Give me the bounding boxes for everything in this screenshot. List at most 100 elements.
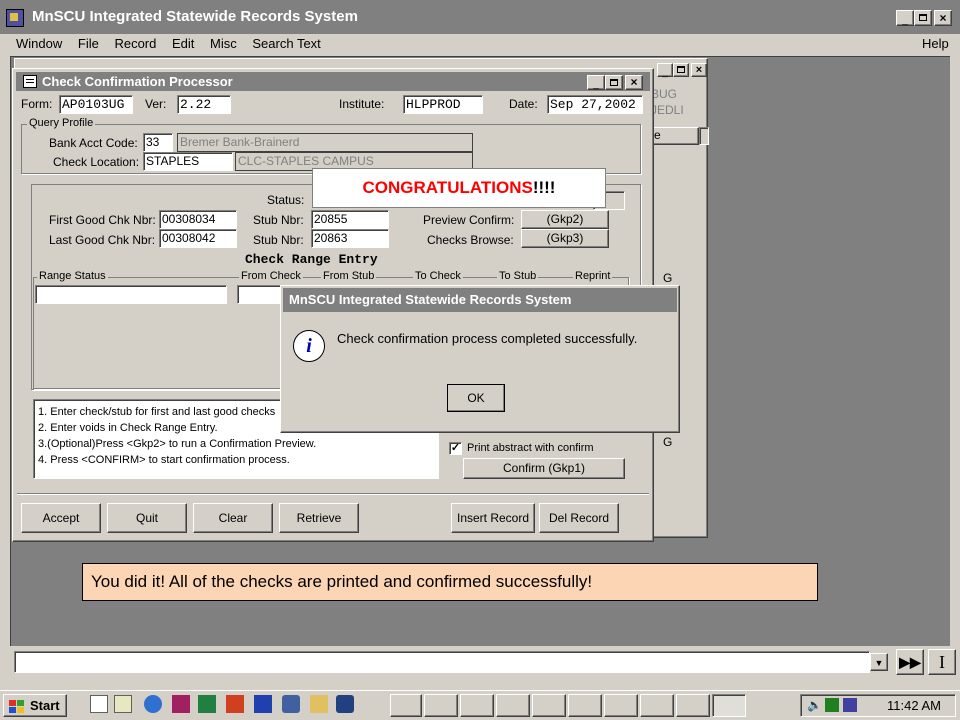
form-titlebar: Check Confirmation Processor	[16, 72, 650, 91]
checks-browse-label: Checks Browse:	[427, 233, 514, 247]
bg-close-button[interactable]: ×	[691, 63, 707, 77]
quicklaunch-zip-icon[interactable]	[310, 695, 328, 713]
col-reprint: Reprint	[573, 270, 613, 282]
dialog-ok-button[interactable]: OK	[447, 384, 505, 412]
menu-window[interactable]: Window	[16, 36, 62, 51]
form-field[interactable]: AP0103UG	[59, 95, 133, 114]
check-location-field[interactable]: STAPLES	[143, 152, 233, 171]
stub-nbr-field-1[interactable]: 20855	[311, 210, 389, 229]
fast-forward-button[interactable]: ▶▶	[896, 649, 924, 675]
bank-code-field[interactable]: 33	[143, 133, 173, 152]
checks-browse-button[interactable]: (Gkp3)	[521, 229, 609, 248]
bg-minimize-button[interactable]: _	[657, 63, 673, 78]
menu-edit[interactable]: Edit	[172, 36, 194, 51]
col-to-check: To Check	[413, 270, 463, 282]
form-restore-button[interactable]	[605, 75, 623, 90]
bg-column-scroll	[699, 127, 709, 145]
retrieve-button[interactable]: Retrieve	[279, 503, 359, 533]
minimize-button[interactable]: _	[896, 10, 914, 26]
range-status-field[interactable]	[35, 285, 227, 304]
congrats-tail: !!!!	[532, 178, 556, 197]
instruction-4: 4. Press <CONFIRM> to start confirmation…	[38, 454, 290, 466]
clock: 11:42 AM	[887, 698, 941, 713]
text-cursor-button[interactable]: I	[928, 649, 956, 675]
command-line-field[interactable]	[14, 651, 870, 673]
restore-button[interactable]	[914, 10, 932, 26]
volume-icon[interactable]: 🔈	[807, 698, 822, 712]
form-close-button[interactable]: ×	[625, 75, 643, 90]
menu-misc[interactable]: Misc	[210, 36, 237, 51]
quicklaunch-excel-icon[interactable]	[198, 695, 216, 713]
task-button-2[interactable]	[424, 694, 458, 717]
menu-file[interactable]: File	[78, 36, 99, 51]
tray-icon-3[interactable]	[843, 698, 857, 712]
status-label: Status:	[267, 193, 305, 207]
preview-confirm-button[interactable]: (Gkp2)	[521, 210, 609, 229]
stub-nbr-label-2: Stub Nbr:	[253, 233, 304, 247]
date-field[interactable]: Sep 27,2002	[547, 95, 643, 114]
print-abstract-checkbox[interactable]: ✓	[449, 442, 462, 455]
quicklaunch-powerpoint-icon[interactable]	[226, 695, 244, 713]
form-minimize-button[interactable]: _	[587, 75, 605, 90]
menu-bar: Window File Record Edit Misc Search Text	[0, 34, 960, 54]
check-range-entry-title: Check Range Entry	[245, 252, 378, 267]
form-icon	[23, 75, 37, 88]
form-title: Check Confirmation Processor	[42, 74, 233, 89]
institute-field[interactable]: HLPPROD	[403, 95, 483, 114]
quicklaunch-desktop-icon[interactable]	[90, 695, 108, 713]
col-from-stub: From Stub	[321, 270, 377, 282]
menu-help[interactable]: Help	[922, 34, 949, 54]
close-button[interactable]: ×	[934, 10, 952, 26]
bg-text-g1: G	[663, 271, 673, 285]
menu-record[interactable]: Record	[114, 36, 156, 51]
stub-nbr-field-2[interactable]: 20863	[311, 229, 389, 248]
button-bar-divider	[17, 493, 649, 495]
form-label: Form:	[21, 97, 53, 111]
quicklaunch-search-icon[interactable]	[114, 695, 132, 713]
app-icon	[6, 9, 24, 27]
success-message: You did it! All of the checks are printe…	[91, 572, 593, 591]
main-window: MnSCU Integrated Statewide Records Syste…	[0, 0, 960, 690]
quicklaunch-word-icon[interactable]	[254, 695, 272, 713]
task-button-7[interactable]	[604, 694, 638, 717]
success-callout: You did it! All of the checks are printe…	[82, 563, 818, 601]
task-button-6[interactable]	[568, 694, 602, 717]
quicklaunch-ie-icon[interactable]	[144, 695, 162, 713]
task-button-9[interactable]	[676, 694, 710, 717]
from-check-field[interactable]	[237, 285, 285, 304]
del-record-button[interactable]: Del Record	[539, 503, 619, 533]
command-dropdown-button[interactable]: ▼	[870, 653, 888, 671]
congrats-main: CONGRATULATIONS	[362, 178, 533, 197]
ver-field[interactable]: 2.22	[177, 95, 231, 114]
last-good-chk-field[interactable]: 00308042	[159, 229, 237, 248]
insert-record-button[interactable]: Insert Record	[451, 503, 535, 533]
quicklaunch-access-icon[interactable]	[172, 695, 190, 713]
windows-logo-icon	[9, 700, 25, 714]
quicklaunch-network-icon[interactable]	[282, 695, 300, 713]
task-button-3[interactable]	[460, 694, 494, 717]
accept-button[interactable]: Accept	[21, 503, 101, 533]
task-button-active[interactable]	[712, 694, 746, 717]
ver-label: Ver:	[145, 97, 167, 111]
bg-text-g2: G	[663, 435, 673, 449]
clear-button[interactable]: Clear	[193, 503, 273, 533]
network-tray-icon[interactable]	[825, 698, 839, 712]
bg-restore-button[interactable]	[673, 63, 689, 77]
instruction-3: 3.(Optional)Press <Gkp2> to run a Confir…	[38, 438, 317, 450]
first-good-chk-field[interactable]: 00308034	[159, 210, 237, 229]
print-abstract-label: Print abstract with confirm	[467, 442, 594, 454]
quit-button[interactable]: Quit	[107, 503, 187, 533]
task-button-8[interactable]	[640, 694, 674, 717]
message-dialog: MnSCU Integrated Statewide Records Syste…	[280, 285, 680, 433]
bg-text-2: JEDLI	[651, 103, 684, 117]
query-profile-title: Query Profile	[27, 117, 96, 129]
task-button-1[interactable]	[390, 694, 422, 717]
menu-search-text[interactable]: Search Text	[252, 36, 320, 51]
taskbar: Start 🔈 11:42 AM	[0, 690, 960, 720]
confirm-button[interactable]: Confirm (Gkp1)	[463, 458, 625, 479]
task-button-4[interactable]	[496, 694, 530, 717]
task-button-5[interactable]	[532, 694, 566, 717]
quicklaunch-netscape-icon[interactable]	[336, 695, 354, 713]
bank-acct-label: Bank Acct Code:	[49, 136, 138, 150]
start-label: Start	[30, 698, 60, 713]
